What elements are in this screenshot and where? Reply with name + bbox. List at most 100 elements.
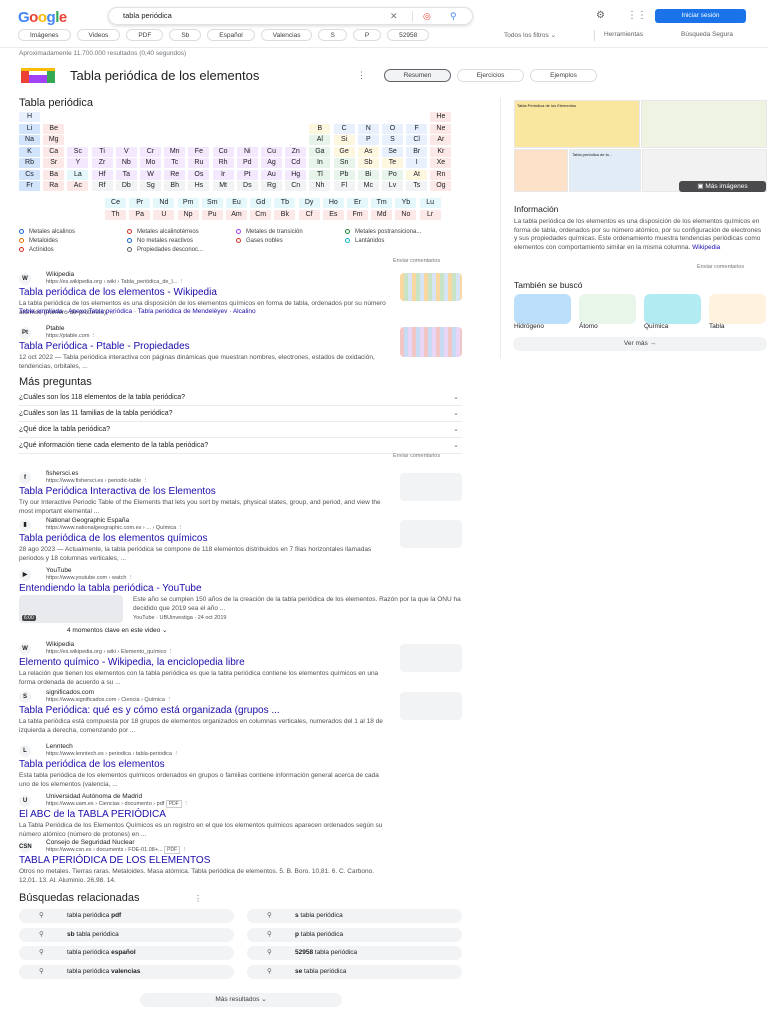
element-hg[interactable]: Hg [285, 169, 307, 180]
result-source[interactable]: Wikipedia [46, 641, 74, 648]
result-source[interactable]: Consejo de Seguridad Nuclear [46, 839, 135, 846]
more-icon[interactable]: ⋮ [168, 649, 174, 655]
image-periodic-2[interactable] [641, 100, 767, 148]
element-pu[interactable]: Pu [201, 209, 223, 220]
element-dy[interactable]: Dy [298, 198, 320, 208]
result-title[interactable]: Tabla Periódica Interactiva de los Eleme… [19, 486, 216, 497]
related-search[interactable]: ⚲ tabla periódica valencias [19, 964, 234, 979]
result-title[interactable]: Elemento químico - Wikipedia, la enciclo… [19, 657, 245, 668]
element-po[interactable]: Po [382, 169, 403, 180]
element-br[interactable]: Br [406, 146, 428, 157]
element-v[interactable]: V [115, 146, 137, 157]
filter-chip[interactable]: Sb [169, 29, 202, 41]
element-u[interactable]: U [153, 209, 175, 220]
element-k[interactable]: K [19, 146, 40, 157]
element-og[interactable]: Og [430, 181, 452, 191]
legend-item[interactable]: Lantánidos [345, 238, 384, 244]
element-lr[interactable]: Lr [419, 209, 441, 220]
element-pm[interactable]: Pm [177, 198, 199, 208]
result-title[interactable]: Tabla periódica de los elementos - Wikip… [19, 287, 217, 298]
element-ce[interactable]: Ce [105, 198, 126, 208]
element-cs[interactable]: Cs [19, 169, 40, 180]
see-more-button[interactable]: Ver más → [513, 337, 767, 351]
element-ag[interactable]: Ag [261, 158, 282, 168]
also-searched-label[interactable]: Química [644, 323, 668, 330]
element-gd[interactable]: Gd [250, 198, 272, 208]
more-icon[interactable]: ⋮ [179, 279, 185, 285]
element-co[interactable]: Co [212, 146, 234, 157]
element-rn[interactable]: Rn [430, 169, 452, 180]
element-bh[interactable]: Bh [164, 181, 186, 191]
element-cl[interactable]: Cl [406, 135, 428, 145]
element-sg[interactable]: Sg [140, 181, 161, 191]
element-fe[interactable]: Fe [188, 146, 210, 157]
element-lv[interactable]: Lv [382, 181, 403, 191]
element-nd[interactable]: Nd [153, 198, 175, 208]
element-pb[interactable]: Pb [333, 169, 355, 180]
element-be[interactable]: Be [43, 123, 65, 134]
more-icon[interactable]: ⋮ [91, 333, 97, 339]
result-url[interactable]: https://www.csn.es › documents › FDE-01.… [46, 846, 187, 854]
element-rb[interactable]: Rb [19, 158, 40, 168]
element-sn[interactable]: Sn [333, 158, 355, 168]
filter-chip[interactable]: P [352, 29, 382, 41]
more-icon[interactable]: ⋮ [178, 525, 184, 531]
sublink[interactable]: Anexo:Tabla periódica [68, 308, 132, 315]
element-la[interactable]: La [67, 169, 89, 180]
element-w[interactable]: W [140, 169, 161, 180]
legend-item[interactable]: Gases nobles [236, 238, 283, 244]
also-searched-image[interactable] [579, 294, 636, 324]
element-th[interactable]: Th [105, 209, 126, 220]
element-b[interactable]: B [309, 123, 331, 134]
more-icon[interactable]: ⋮ [166, 697, 172, 703]
element-hf[interactable]: Hf [91, 169, 113, 180]
result-url[interactable]: https://es.wikipedia.org › wiki › Tabla_… [46, 279, 184, 285]
element-kr[interactable]: Kr [430, 146, 452, 157]
result-source[interactable]: Ptable [46, 325, 64, 332]
result-title[interactable]: El ABC de la TABLA PERIÓDICA [19, 809, 166, 820]
element-cd[interactable]: Cd [285, 158, 307, 168]
element-pr[interactable]: Pr [129, 198, 151, 208]
also-searched-label[interactable]: Hidrógeno [514, 323, 544, 330]
also-searched-label[interactable]: Átomo [579, 323, 598, 330]
legend-item[interactable]: Metaloides [19, 238, 58, 244]
also-searched-image[interactable] [514, 294, 571, 324]
also-searched-label[interactable]: Tabla [709, 323, 725, 330]
element-i[interactable]: I [406, 158, 428, 168]
related-search[interactable]: ⚲ p tabla periódica [247, 927, 462, 942]
also-searched-image[interactable] [709, 294, 766, 324]
video-thumbnail[interactable]: 6:00 [19, 595, 123, 623]
filter-chip[interactable]: Videos [76, 29, 121, 41]
element-ta[interactable]: Ta [115, 169, 137, 180]
result-title[interactable]: Tabla periódica de los elementos [19, 759, 165, 770]
result-thumbnail[interactable] [400, 644, 462, 672]
more-icon[interactable]: ⋮ [183, 801, 189, 807]
element-zn[interactable]: Zn [285, 146, 307, 157]
result-url[interactable]: https://www.lenntech.es › periodica › ta… [46, 751, 179, 757]
more-icon[interactable]: ⋮ [128, 575, 134, 581]
legend-item[interactable]: Metales alcalinotérreos [127, 229, 199, 235]
info-source-link[interactable]: Wikipedia [692, 244, 720, 251]
element-hs[interactable]: Hs [188, 181, 210, 191]
element-np[interactable]: Np [177, 209, 199, 220]
element-at[interactable]: At [406, 169, 428, 180]
signin-button[interactable]: Iniciar sesión [655, 9, 746, 23]
element-cm[interactable]: Cm [250, 209, 272, 220]
legend-item[interactable]: Metales alcalinos [19, 229, 75, 235]
result-source[interactable]: Wikipedia [46, 271, 74, 278]
result-source[interactable]: YouTube [46, 567, 72, 574]
legend-item[interactable]: Actínidos [19, 247, 54, 253]
also-searched-image[interactable] [644, 294, 701, 324]
element-ir[interactable]: Ir [212, 169, 234, 180]
related-search[interactable]: ⚲ tabla periódica español [19, 946, 234, 960]
element-au[interactable]: Au [261, 169, 282, 180]
element-fl[interactable]: Fl [333, 181, 355, 191]
related-search[interactable]: ⚲ 52958 tabla periódica [247, 946, 462, 960]
element-si[interactable]: Si [333, 135, 355, 145]
element-mt[interactable]: Mt [212, 181, 234, 191]
paa-question[interactable]: ¿Cuáles son las 11 familias de la tabla … [19, 406, 462, 422]
filter-chip[interactable]: 52958 [387, 29, 430, 41]
sublink[interactable]: Alcalino [233, 308, 256, 315]
result-title[interactable]: Tabla periódica de los elementos químico… [19, 533, 207, 544]
element-md[interactable]: Md [371, 209, 393, 220]
